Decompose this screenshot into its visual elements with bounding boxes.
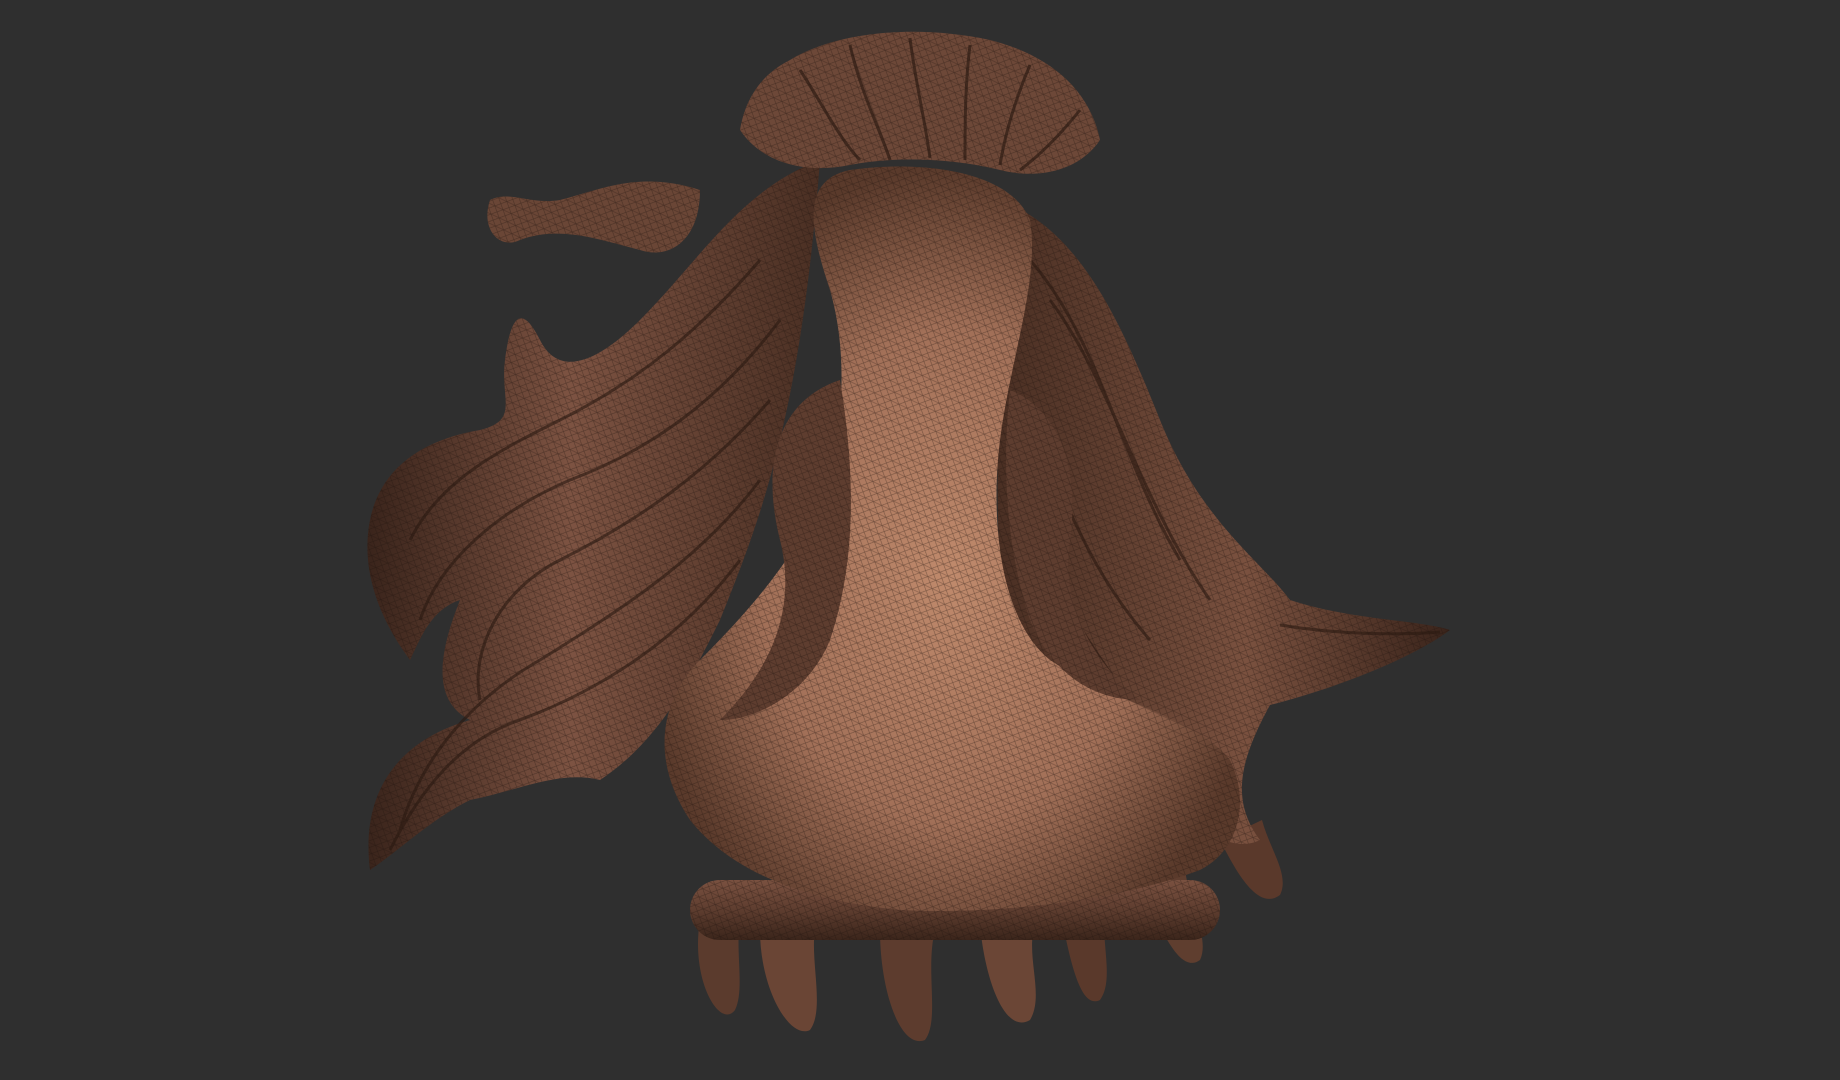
3d-viewport[interactable]: [0, 0, 1840, 1080]
sculpt-model[interactable]: [0, 0, 1840, 1080]
crown-hair: [740, 31, 1100, 174]
